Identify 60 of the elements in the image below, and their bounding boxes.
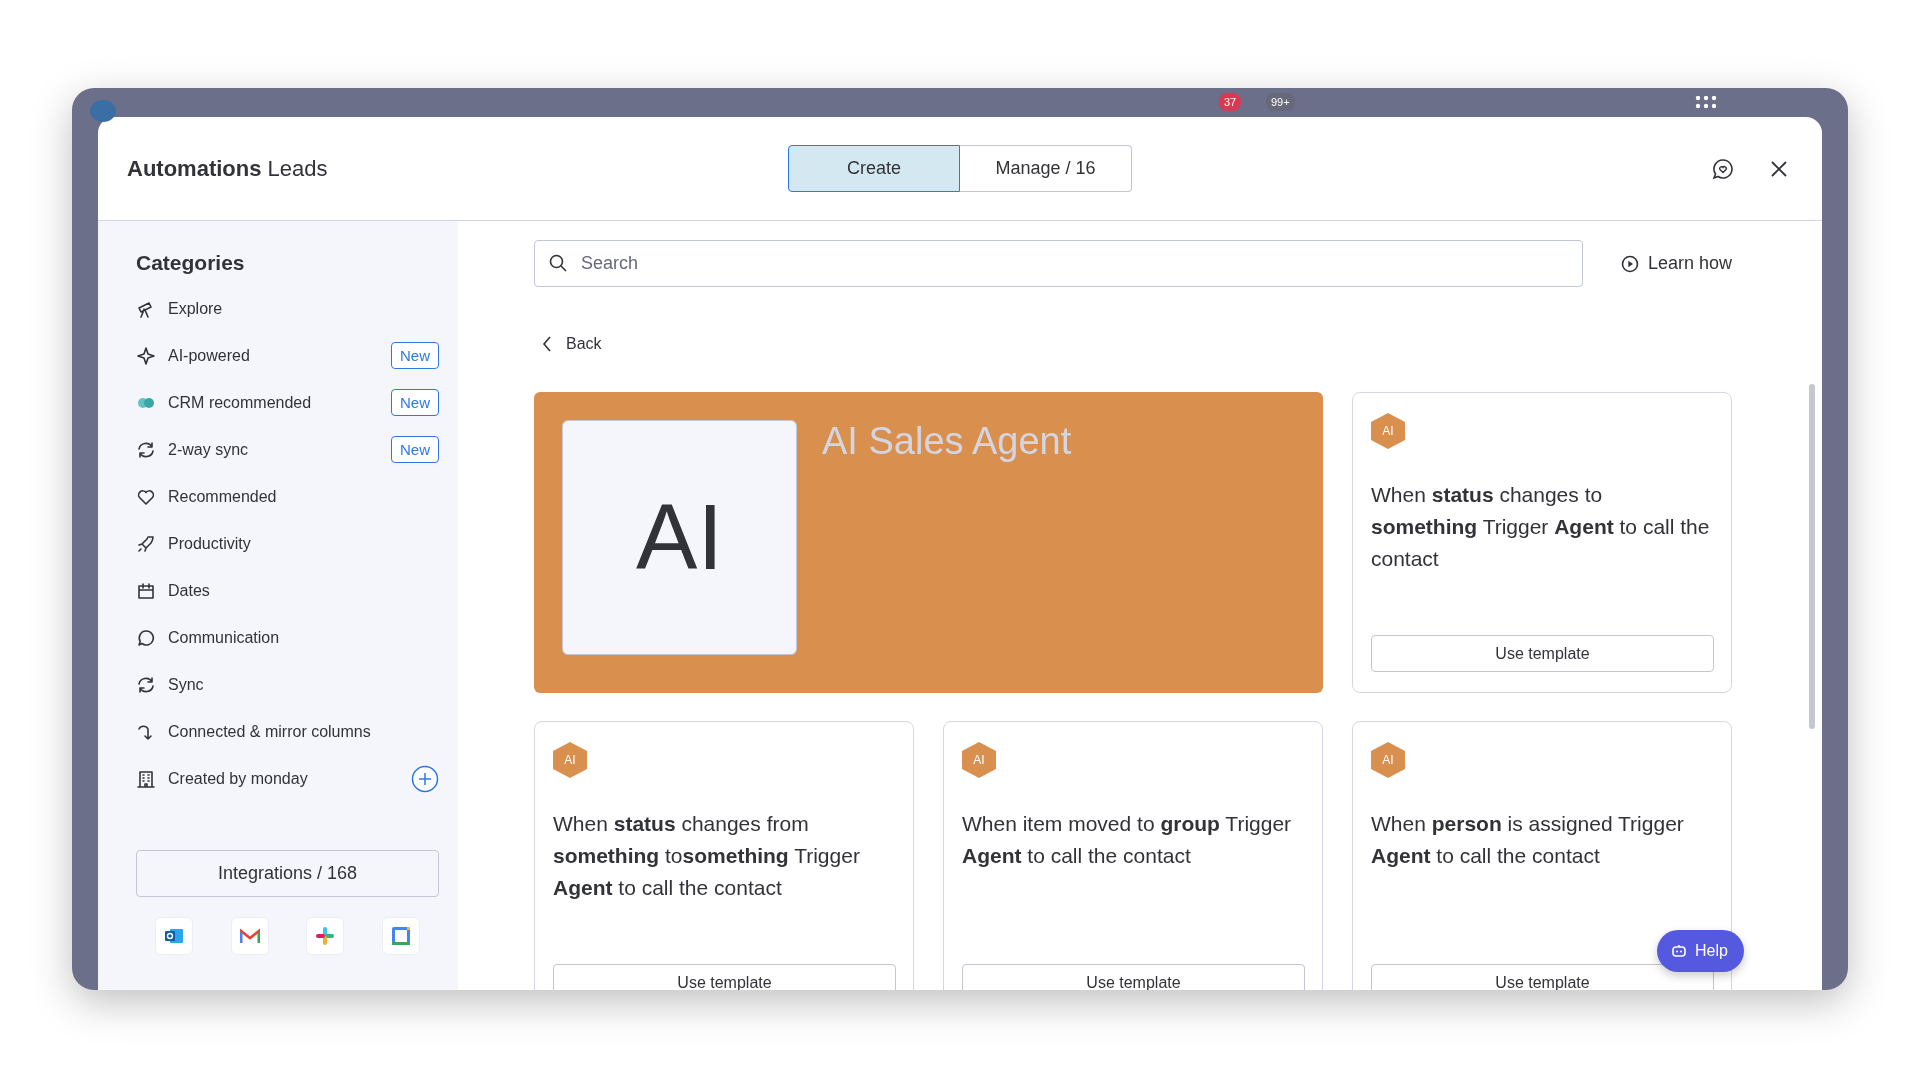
new-badge: New bbox=[391, 389, 439, 416]
sparkle-icon bbox=[136, 345, 156, 366]
template-description: When person is assigned Trigger Agent to call the contact bbox=[1371, 811, 1685, 869]
template-description: When item moved to group Trigger Agent to call the contact bbox=[962, 811, 1293, 869]
category-item[interactable]: Productivity bbox=[136, 520, 439, 567]
modal-title: Automations Leads bbox=[127, 155, 328, 182]
integrations-button[interactable]: Integrations / 168 bbox=[136, 850, 439, 897]
search-icon bbox=[549, 254, 567, 272]
notification-badge: 99+ bbox=[1265, 92, 1296, 112]
tab[interactable]: Manage / 16 bbox=[960, 145, 1132, 192]
tab[interactable]: Create bbox=[788, 145, 960, 192]
template-description: When status changes to something Trigger Agent to call the contact bbox=[1371, 482, 1711, 572]
learn-how-link[interactable]: Learn how bbox=[1620, 253, 1732, 274]
close-icon[interactable] bbox=[1770, 159, 1788, 178]
chat-app-icon[interactable] bbox=[306, 917, 345, 955]
notification-badge: 37 bbox=[1218, 92, 1243, 112]
use-template-button[interactable]: Use template bbox=[553, 964, 896, 990]
category-item[interactable]: Dates bbox=[136, 567, 439, 614]
ai-badge: AI bbox=[1371, 413, 1405, 449]
ai-tile: AI bbox=[562, 420, 797, 655]
logo-icon bbox=[90, 100, 116, 122]
feedback-icon[interactable] bbox=[1712, 157, 1734, 180]
help-button[interactable]: Help bbox=[1657, 930, 1744, 972]
chevron-left-icon bbox=[542, 336, 552, 352]
calendar-icon bbox=[136, 580, 156, 601]
category-item[interactable]: AI-powered New bbox=[136, 332, 439, 379]
hero-title: AI Sales Agent bbox=[822, 420, 1072, 464]
play-icon bbox=[1620, 254, 1639, 273]
ai-badge: AI bbox=[962, 742, 996, 778]
sync-icon bbox=[136, 439, 156, 460]
category-item[interactable]: Communication bbox=[136, 614, 439, 661]
category-item[interactable]: Recommended bbox=[136, 473, 439, 520]
new-badge: New bbox=[391, 436, 439, 463]
category-item[interactable]: Explore bbox=[136, 285, 439, 332]
category-item[interactable]: 2-way sync New bbox=[136, 426, 439, 473]
sync-icon bbox=[136, 674, 156, 695]
new-badge: New bbox=[391, 342, 439, 369]
category-item[interactable]: CRM recommended New bbox=[136, 379, 439, 426]
use-template-button[interactable]: Use template bbox=[962, 964, 1305, 990]
category-item[interactable]: Connected & mirror columns bbox=[136, 708, 439, 755]
use-template-button[interactable]: Use template bbox=[1371, 964, 1714, 990]
mail-app-icon[interactable] bbox=[230, 917, 269, 955]
chat-bubble-icon bbox=[136, 627, 156, 648]
use-template-button[interactable]: Use template bbox=[1371, 635, 1714, 672]
robot-icon bbox=[1671, 944, 1687, 958]
apps-grid-icon[interactable] bbox=[1695, 96, 1717, 110]
category-item[interactable]: Sync bbox=[136, 661, 439, 708]
mail-app-icon[interactable] bbox=[154, 917, 193, 955]
hero-card[interactable]: AI AI Sales Agent bbox=[534, 392, 1323, 693]
rocket-icon bbox=[136, 533, 156, 554]
template-description: When status changes from something tosomething Trigger Agent to call the contact bbox=[553, 811, 861, 901]
category-item[interactable]: Created by monday bbox=[136, 755, 439, 802]
back-button[interactable]: Back bbox=[542, 335, 602, 353]
sidebar-heading: Categories bbox=[136, 251, 246, 275]
ai-badge: AI bbox=[1371, 742, 1405, 778]
scrollbar[interactable] bbox=[1809, 384, 1815, 729]
ai-badge: AI bbox=[553, 742, 587, 778]
search-field[interactable]: Search bbox=[534, 240, 1583, 287]
add-icon[interactable] bbox=[411, 764, 439, 793]
building-icon bbox=[136, 768, 156, 789]
